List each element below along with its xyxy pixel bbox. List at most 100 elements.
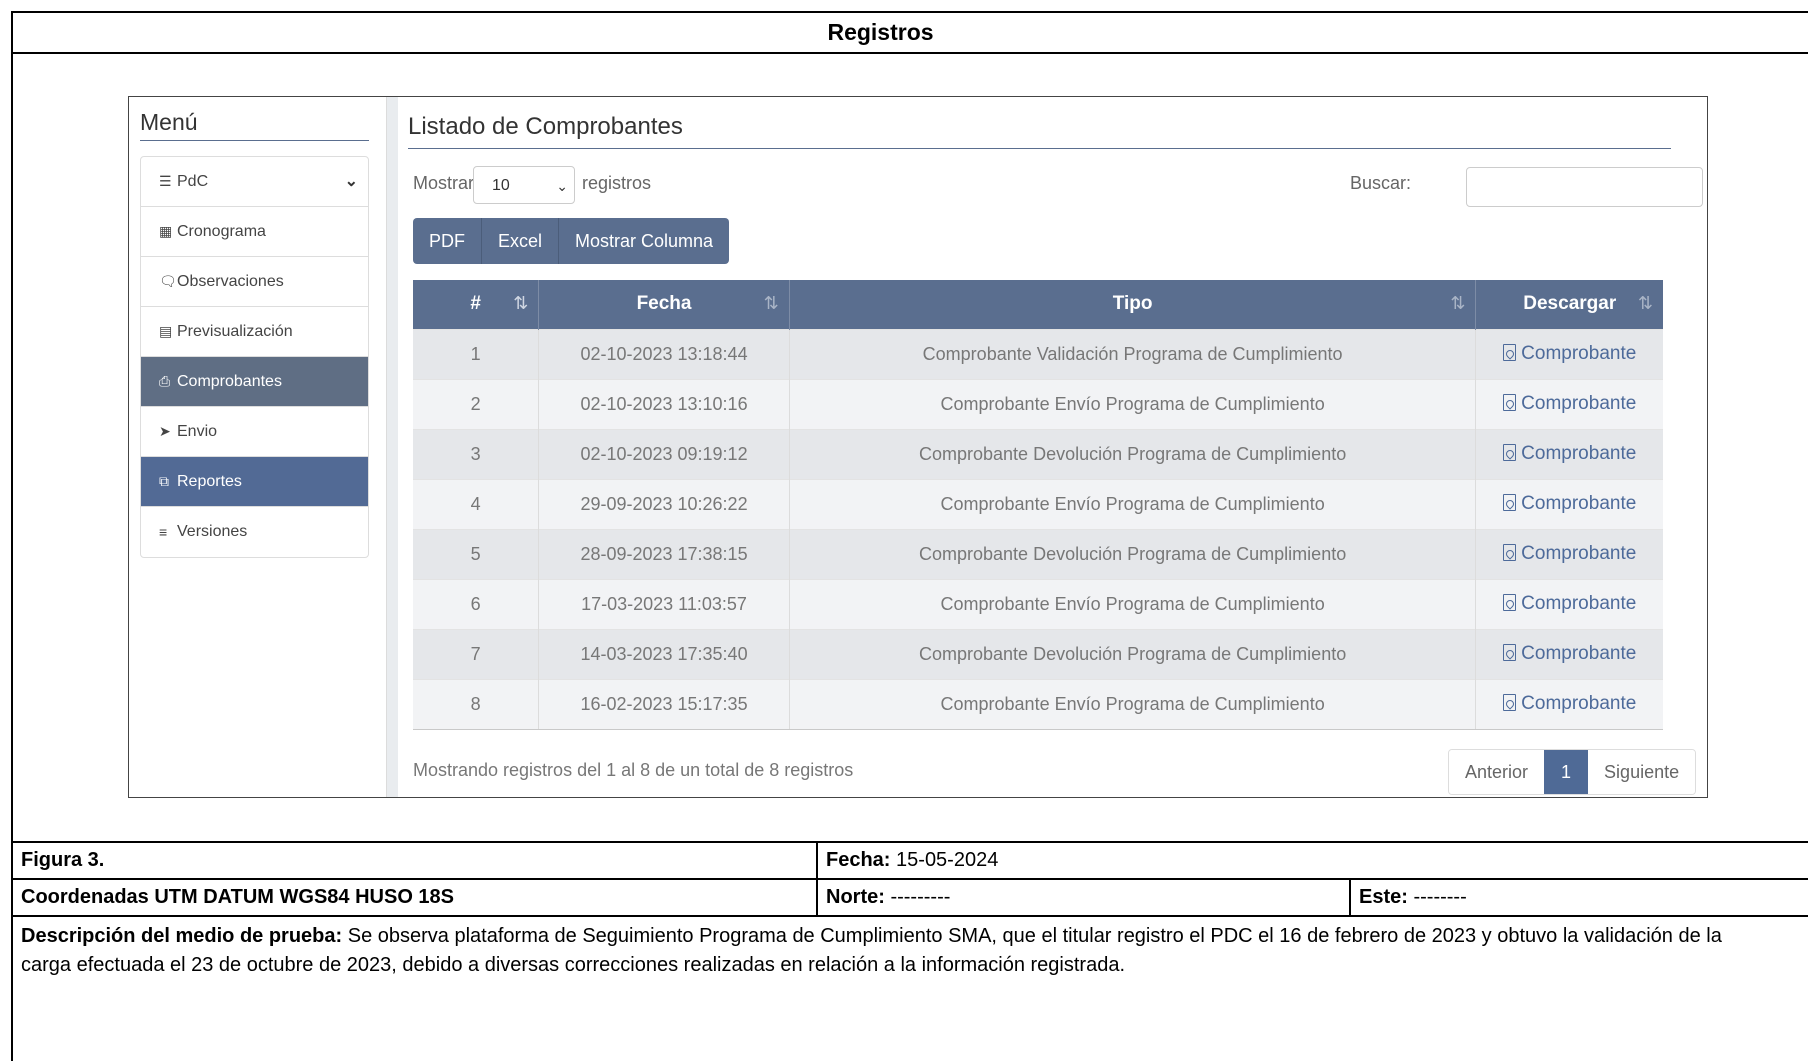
sidebar-item-pdc[interactable]: ☰ PdC ⌄ — [141, 157, 368, 207]
download-link[interactable]: Comprobante — [1475, 378, 1663, 429]
column-header-fecha[interactable]: Fecha ⇅ — [538, 280, 790, 329]
records-label: registros — [582, 173, 652, 193]
pagination-next[interactable]: Siguiente — [1588, 750, 1696, 794]
download-link-label: Comprobante — [1521, 393, 1637, 414]
cell-fecha: 02-10-2023 09:19:12 — [538, 428, 790, 479]
column-header-label: # — [470, 293, 481, 315]
cell-tipo: Comprobante Envío Programa de Cumplimien… — [789, 478, 1477, 529]
sidebar-item-previsualizacion[interactable]: ▤ Previsualización — [141, 307, 368, 357]
download-link-label: Comprobante — [1521, 593, 1637, 614]
cell-number: 6 — [413, 578, 540, 629]
vouchers-table: # ⇅ Fecha ⇅ Tipo ⇅ Descargar ⇅ 1 02-10-2023 1… — [413, 280, 1663, 730]
column-header-label: Fecha — [636, 293, 692, 315]
app-screenshot: Menú ☰ PdC ⌄ ▦ Cronograma 🗨 Observacione… — [128, 96, 1708, 798]
download-link-label: Comprobante — [1521, 493, 1637, 514]
download-link-label: Comprobante — [1521, 343, 1637, 364]
menu-list: ☰ PdC ⌄ ▦ Cronograma 🗨 Observaciones ▤ P… — [140, 156, 369, 558]
download-link[interactable]: Comprobante — [1475, 578, 1663, 629]
page-length-select[interactable]: 10 ⌄ — [473, 166, 575, 204]
sidebar-item-cronograma[interactable]: ▦ Cronograma — [141, 207, 368, 257]
table-header-row: # ⇅ Fecha ⇅ Tipo ⇅ Descargar ⇅ — [413, 280, 1663, 329]
fecha-label: Fecha: — [826, 849, 891, 871]
pagination-prev[interactable]: Anterior — [1449, 750, 1545, 794]
excel-button[interactable]: Excel — [482, 218, 560, 264]
table-row: 4 29-09-2023 10:26:22 Comprobante Envío Pr… — [413, 478, 1663, 529]
sidebar-item-label: Comprobantes — [177, 372, 282, 390]
download-link[interactable]: Comprobante — [1475, 528, 1663, 579]
sidebar-item-reportes[interactable]: ⧉ Reportes — [141, 457, 368, 507]
table-row: 3 02-10-2023 09:19:12 Comprobante Devoluci… — [413, 428, 1663, 479]
figure-label: Figura 3. — [13, 843, 104, 878]
show-columns-button[interactable]: Mostrar Columna — [559, 218, 730, 264]
table-row: 1 02-10-2023 13:18:44 Comprobante Validaci… — [413, 328, 1663, 379]
sidebar-item-label: Previsualización — [177, 322, 293, 340]
este-cell: Este: -------- — [1351, 880, 1467, 915]
file-pdf-icon: ⎙ — [159, 373, 171, 389]
cell-fecha: 02-10-2023 13:10:16 — [538, 378, 790, 429]
column-header-label: Tipo — [1112, 293, 1153, 315]
cell-number: 5 — [413, 528, 540, 579]
search-input[interactable] — [1466, 167, 1703, 207]
sidebar-item-comprobantes[interactable]: ⎙ Comprobantes — [141, 357, 368, 407]
sidebar-item-label: Cronograma — [177, 222, 266, 240]
download-link[interactable]: Comprobante — [1475, 628, 1663, 679]
column-header-descargar[interactable]: Descargar ⇅ — [1475, 280, 1663, 329]
sidebar-item-label: Versiones — [177, 523, 248, 540]
download-link[interactable]: Comprobante — [1475, 428, 1663, 479]
pdf-button[interactable]: PDF — [413, 218, 482, 264]
cell-number: 2 — [413, 378, 540, 429]
fecha-cell: Fecha: 15-05-2024 — [818, 843, 998, 878]
table-row: 8 16-02-2023 15:17:35 Comprobante Envío Pr… — [413, 678, 1663, 730]
cell-fecha: 16-02-2023 15:17:35 — [538, 678, 790, 730]
send-icon: ➤ — [159, 423, 171, 439]
cell-number: 8 — [413, 678, 540, 730]
pagination-page-1[interactable]: 1 — [1544, 750, 1589, 794]
description-label: Descripción del medio de prueba: — [21, 925, 343, 947]
este-value: -------- — [1413, 886, 1467, 908]
cell-tipo: Comprobante Envío Programa de Cumplimien… — [789, 378, 1477, 429]
download-link-label: Comprobante — [1521, 643, 1637, 664]
cell-fecha: 17-03-2023 11:03:57 — [538, 578, 790, 629]
sidebar-item-envio[interactable]: ➤ Envio — [141, 407, 368, 457]
document-title: Registros — [13, 13, 1808, 54]
figure-label-text: Figura 3. — [21, 849, 105, 871]
document-frame: Registros Menú ☰ PdC ⌄ ▦ Cronograma 🗨 Ob… — [11, 11, 1808, 1061]
cell-tipo: Comprobante Envío Programa de Cumplimien… — [789, 678, 1477, 730]
calendar-icon: ▦ — [159, 223, 173, 239]
cell-fecha: 02-10-2023 13:18:44 — [538, 328, 790, 379]
page-title: Listado de Comprobantes — [408, 115, 1671, 149]
norte-value: --------- — [890, 886, 951, 908]
sidebar-item-observaciones[interactable]: 🗨 Observaciones — [141, 257, 368, 307]
copy-icon: ⧉ — [159, 473, 169, 489]
column-header-tipo[interactable]: Tipo ⇅ — [789, 280, 1477, 329]
file-pdf-icon — [1503, 344, 1517, 361]
bars-icon: ☰ — [159, 173, 172, 189]
cell-fecha: 29-09-2023 10:26:22 — [538, 478, 790, 529]
download-link[interactable]: Comprobante — [1475, 478, 1663, 529]
coords-label: Coordenadas UTM DATUM WGS84 HUSO 18S — [21, 886, 455, 908]
table-row: 7 14-03-2023 17:35:40 Comprobante Devoluci… — [413, 628, 1663, 679]
chevron-down-icon: ⌄ — [556, 178, 568, 194]
menu-title: Menú — [140, 111, 369, 141]
file-pdf-icon — [1503, 394, 1517, 411]
download-link-label: Comprobante — [1521, 543, 1637, 564]
export-button-group: PDF Excel Mostrar Columna — [413, 218, 730, 264]
description: Descripción del medio de prueba: Se obse… — [21, 922, 1761, 980]
sidebar-item-label: Reportes — [177, 472, 242, 490]
fecha-value: 15-05-2024 — [896, 849, 999, 871]
file-pdf-icon — [1503, 444, 1517, 461]
chevron-down-icon[interactable]: ⌄ — [345, 171, 358, 191]
cell-tipo: Comprobante Devolución Programa de Cumpl… — [789, 528, 1477, 579]
pagination: Anterior 1 Siguiente — [1448, 749, 1697, 795]
table-row: 2 02-10-2023 13:10:16 Comprobante Envío Pr… — [413, 378, 1663, 429]
list-alt-icon: ▤ — [159, 323, 173, 339]
sidebar-divider — [386, 97, 398, 797]
sidebar-item-label: PdC — [177, 172, 209, 190]
download-link[interactable]: Comprobante — [1475, 328, 1663, 379]
download-link[interactable]: Comprobante — [1475, 678, 1663, 730]
sort-icon: ⇅ — [1637, 293, 1653, 313]
file-pdf-icon — [1503, 594, 1517, 611]
column-header-number[interactable]: # ⇅ — [413, 280, 540, 329]
table-info: Mostrando registros del 1 al 8 de un tot… — [413, 760, 854, 780]
sidebar-item-versiones[interactable]: ≡ Versiones — [141, 507, 368, 557]
